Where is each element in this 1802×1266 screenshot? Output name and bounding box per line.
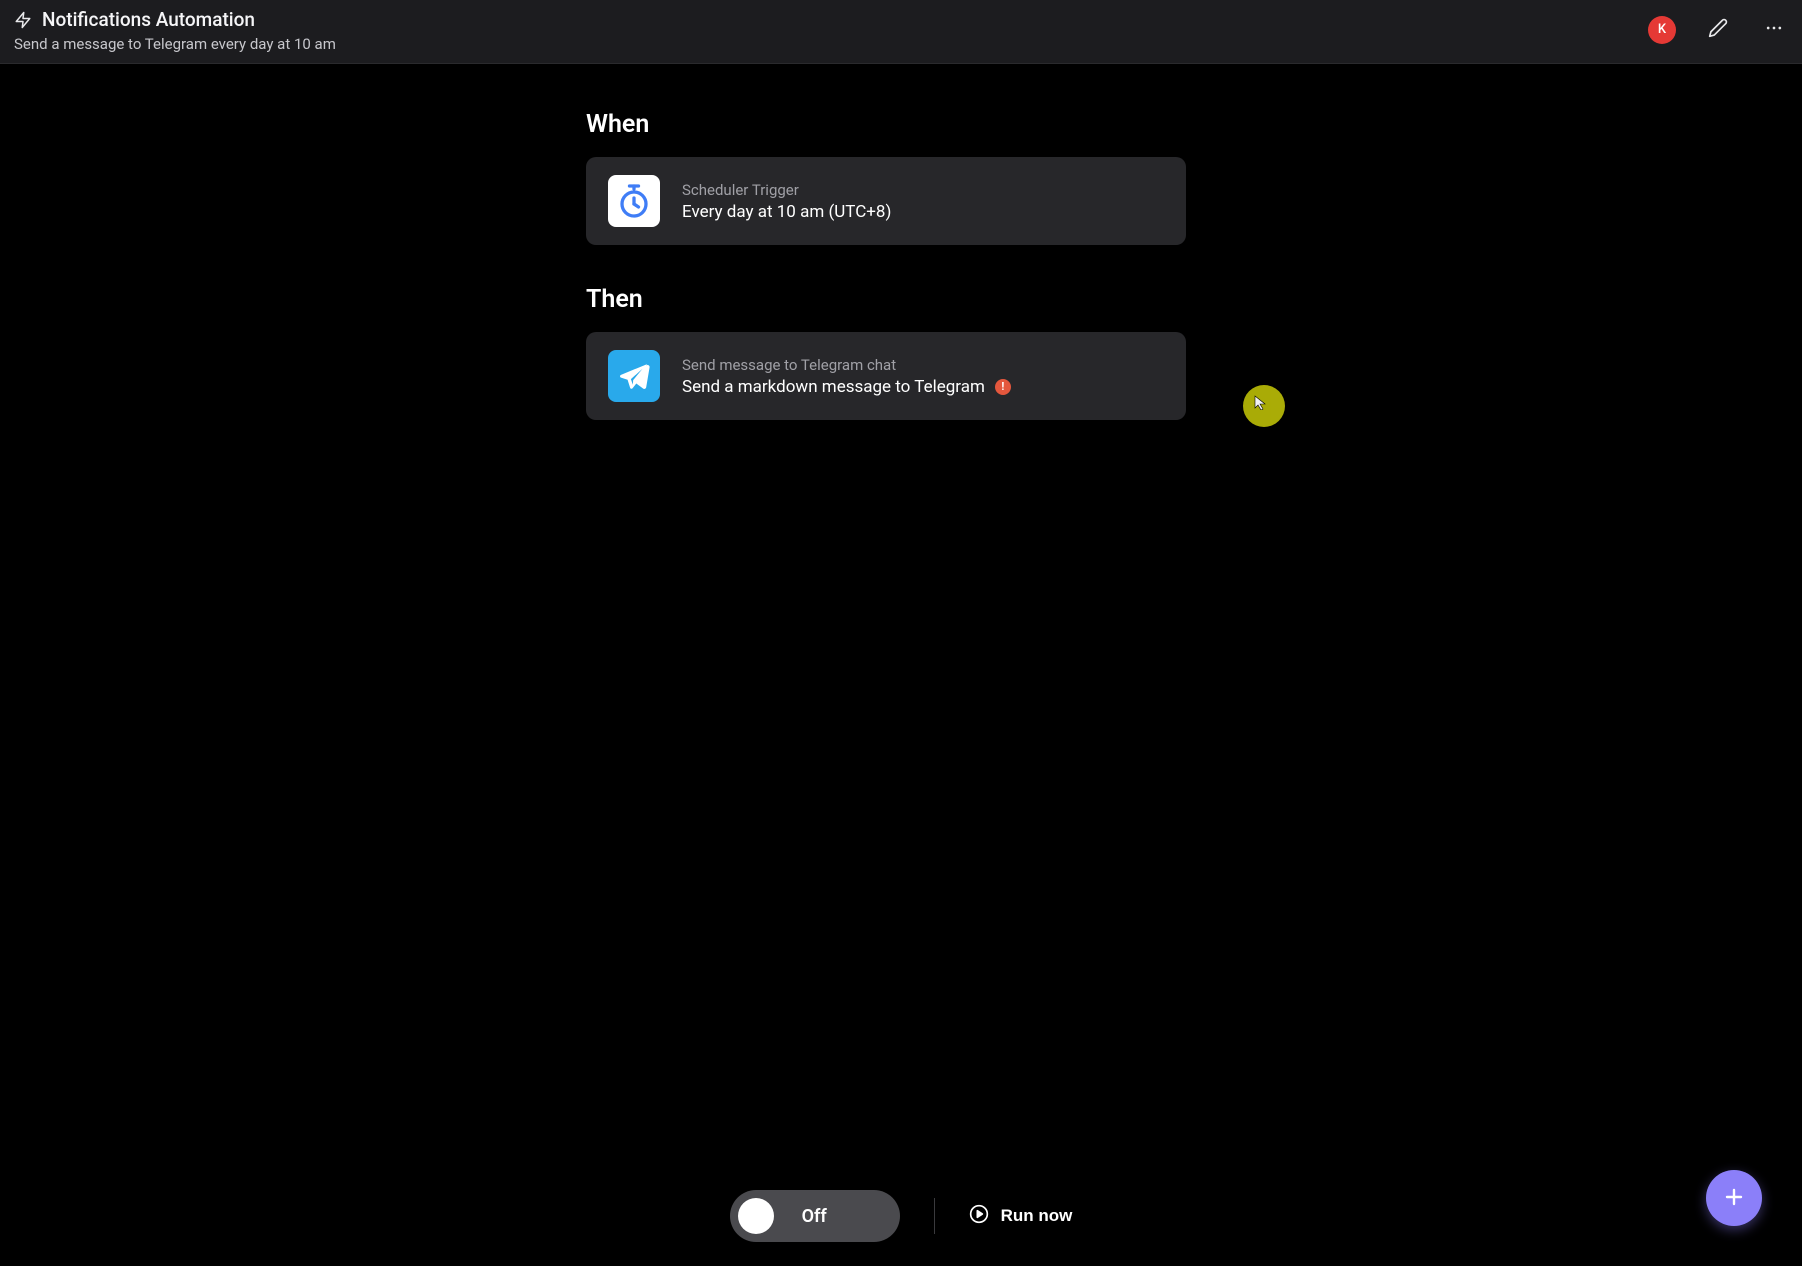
page-title: Notifications Automation [42, 8, 255, 31]
toggle-label: Off [802, 1206, 827, 1227]
action-label: Send message to Telegram chat [682, 356, 1011, 374]
page-subtitle: Send a message to Telegram every day at … [14, 35, 336, 53]
bottom-bar: Off Run now [0, 1190, 1802, 1242]
telegram-icon [608, 350, 660, 402]
avatar[interactable]: K [1648, 16, 1676, 44]
play-circle-icon [969, 1204, 989, 1229]
trigger-card[interactable]: Scheduler Trigger Every day at 10 am (UT… [586, 157, 1186, 245]
bolt-icon [14, 11, 32, 29]
automation-toggle[interactable]: Off [730, 1190, 900, 1242]
content: When Scheduler Trigger Every day at 10 a… [586, 64, 1186, 600]
warning-badge-icon: ! [995, 379, 1011, 395]
header-right: K [1648, 8, 1788, 45]
then-section: Then Send message to Telegram chat Send … [586, 285, 1186, 420]
action-title-row: Send a markdown message to Telegram ! [682, 377, 1011, 397]
when-section: When Scheduler Trigger Every day at 10 a… [586, 110, 1186, 245]
cursor-highlight [1243, 385, 1285, 427]
pencil-icon [1708, 18, 1728, 41]
then-heading: Then [586, 285, 1186, 314]
more-button[interactable] [1760, 14, 1788, 45]
scheduler-icon [608, 175, 660, 227]
run-now-label: Run now [1001, 1206, 1073, 1226]
header-bar: Notifications Automation Send a message … [0, 0, 1802, 64]
action-title: Send a markdown message to Telegram [682, 377, 985, 397]
main-area: When Scheduler Trigger Every day at 10 a… [0, 64, 1802, 1266]
divider [934, 1198, 935, 1234]
trigger-title: Every day at 10 am (UTC+8) [682, 202, 891, 222]
when-heading: When [586, 110, 1186, 139]
toggle-knob [738, 1198, 774, 1234]
trigger-label: Scheduler Trigger [682, 181, 891, 199]
more-horizontal-icon [1764, 18, 1784, 41]
trigger-card-body: Scheduler Trigger Every day at 10 am (UT… [682, 181, 891, 222]
header-left: Notifications Automation Send a message … [14, 8, 336, 53]
title-row: Notifications Automation [14, 8, 336, 31]
edit-button[interactable] [1704, 14, 1732, 45]
add-step-fab[interactable] [1706, 1170, 1762, 1226]
action-card[interactable]: Send message to Telegram chat Send a mar… [586, 332, 1186, 420]
run-now-button[interactable]: Run now [969, 1204, 1073, 1229]
plus-icon [1722, 1185, 1746, 1212]
action-card-body: Send message to Telegram chat Send a mar… [682, 356, 1011, 397]
